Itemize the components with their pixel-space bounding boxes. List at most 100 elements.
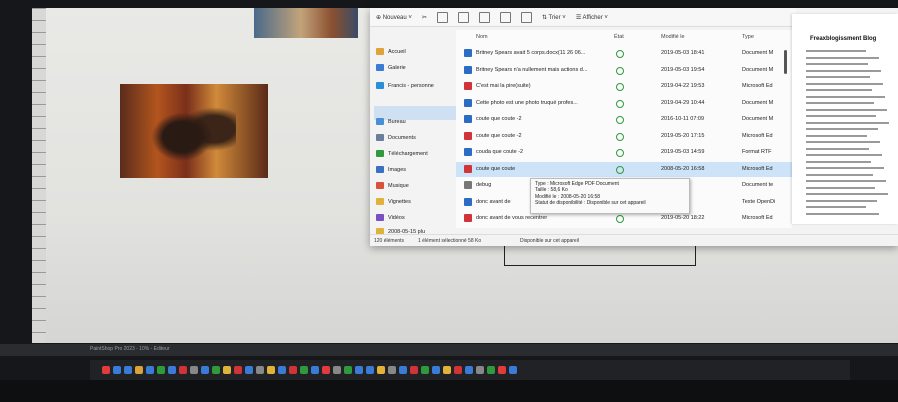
taskbar-app-icon[interactable]	[190, 366, 198, 374]
taskbar-app-icon[interactable]	[487, 366, 495, 374]
taskbar-app-icon[interactable]	[289, 366, 297, 374]
taskbar-app-icon[interactable]	[157, 366, 165, 374]
taskbar-app-icon[interactable]	[476, 366, 484, 374]
preview-text-line	[806, 167, 884, 169]
taskbar-app-icon[interactable]	[212, 366, 220, 374]
file-type-icon	[464, 65, 472, 74]
taskbar-app-icon[interactable]	[300, 366, 308, 374]
preview-text-line	[806, 56, 879, 59]
nav-item[interactable]: Bureau	[376, 118, 406, 125]
taskbar-app-icon[interactable]	[278, 366, 286, 374]
new-label: Nouveau	[382, 14, 407, 21]
nav-item[interactable]: Francis - personne	[376, 82, 434, 89]
taskbar-app-icon[interactable]	[377, 366, 385, 374]
folder-icon	[376, 48, 384, 55]
nav-item[interactable]: Téléchargement	[376, 150, 428, 157]
taskbar-app-icon[interactable]	[124, 366, 132, 374]
nav-item[interactable]: Accueil	[376, 48, 406, 55]
file-type: Microsoft Ed	[742, 83, 773, 89]
preview-title: Freaxblogissment Blog	[810, 36, 877, 42]
taskbar-app-icon[interactable]	[498, 366, 506, 374]
file-row[interactable]: couda que coute -2 2019-05-03 14:59 Format…	[456, 145, 792, 160]
taskbar-app-icon[interactable]	[333, 366, 341, 374]
folder-icon	[376, 118, 384, 125]
copy-icon[interactable]	[436, 11, 448, 23]
taskbar-app-icon[interactable]	[135, 366, 143, 374]
preview-text-line	[806, 128, 878, 130]
sort-label: Trier	[548, 14, 561, 21]
list-scrollbar[interactable]	[784, 50, 787, 74]
taskbar-app-icon[interactable]	[410, 366, 418, 374]
taskbar-app-icon[interactable]	[234, 366, 242, 374]
nav-item[interactable]: Images	[376, 166, 406, 173]
nav-item[interactable]: Vignettes	[376, 198, 411, 205]
file-row[interactable]: Britney Spears avait 5 corps.docx(11 26 …	[456, 46, 792, 61]
column-headers: Nom État Modifié le Type	[456, 30, 792, 44]
taskbar-app-icon[interactable]	[366, 366, 374, 374]
taskbar-app-icon[interactable]	[344, 366, 352, 374]
nav-item-label: Bureau	[388, 118, 406, 125]
file-row[interactable]: coute que coute -2 2016-10-11 07:09 Docume…	[456, 112, 792, 127]
cut-icon[interactable]: ✂	[422, 14, 427, 21]
nav-item-label: Vignettes	[388, 198, 411, 205]
taskbar-app-icon[interactable]	[113, 366, 121, 374]
column-type[interactable]: Type	[742, 34, 754, 40]
taskbar-app-icon[interactable]	[399, 366, 407, 374]
delete-icon[interactable]	[520, 11, 532, 23]
file-row[interactable]: coute que coute 2008-05-20 16:58 Microsoft…	[456, 161, 792, 177]
canvas-photo-figures[interactable]	[120, 84, 268, 178]
preview-text-line	[806, 160, 871, 163]
taskbar-app-icon[interactable]	[256, 366, 264, 374]
column-status[interactable]: État	[614, 34, 624, 40]
rename-icon[interactable]	[478, 11, 490, 23]
nav-item-label: Galerie	[388, 64, 406, 71]
file-row[interactable]: Britney Spears n'a nullement mais action…	[456, 63, 792, 78]
taskbar-app-icon[interactable]	[322, 366, 330, 374]
file-type: Microsoft Ed	[742, 132, 773, 139]
file-name: coute que coute -2	[476, 116, 522, 122]
taskbar-app-icon[interactable]	[267, 366, 275, 374]
taskbar-app-icon[interactable]	[168, 366, 176, 374]
taskbar-app-icon[interactable]	[201, 366, 209, 374]
file-tooltip: Type : Microsoft Edge PDF Document Taille…	[530, 178, 690, 214]
taskbar-app-icon[interactable]	[311, 366, 319, 374]
taskbar-app-icon[interactable]	[146, 366, 154, 374]
taskbar-app-icon[interactable]	[454, 366, 462, 374]
file-date: 2019-05-20 17:15	[661, 132, 705, 139]
sync-status-icon	[616, 50, 624, 58]
file-row[interactable]: coute que coute -2 2019-05-20 17:15 Micros…	[456, 129, 792, 144]
new-button[interactable]: ⊕ Nouveau ˅	[376, 14, 412, 21]
nav-item-label: Documents	[388, 134, 416, 141]
column-modified[interactable]: Modifié le	[661, 34, 685, 40]
folder-icon	[376, 82, 384, 89]
canvas-photo-top[interactable]	[254, 8, 358, 38]
view-button[interactable]: ☰ Afficher ˅	[576, 14, 608, 21]
taskbar-app-icon[interactable]	[432, 366, 440, 374]
file-name: debug	[476, 182, 492, 188]
taskbar-app-icon[interactable]	[465, 366, 473, 374]
nav-item[interactable]: Galerie	[376, 64, 406, 71]
nav-item[interactable]: Musique	[376, 182, 409, 189]
taskbar-app-icon[interactable]	[509, 366, 517, 374]
file-row[interactable]: C'est mai la pire(suite) 2019-04-22 19:53…	[456, 79, 792, 94]
share-icon[interactable]	[499, 11, 511, 23]
taskbar-app-icon[interactable]	[102, 366, 110, 374]
taskbar-app-icon[interactable]	[245, 366, 253, 374]
file-date: 2019-05-20 18:22	[661, 215, 705, 221]
sort-button[interactable]: ⇅ Trier ˅	[542, 14, 566, 21]
taskbar-app-icon[interactable]	[388, 366, 396, 374]
taskbar-app-icon[interactable]	[443, 366, 451, 374]
taskbar-app-icon[interactable]	[355, 366, 363, 374]
folder-icon	[376, 166, 384, 173]
folder-icon	[376, 134, 384, 141]
taskbar-app-icon[interactable]	[223, 366, 231, 374]
taskbar-app-icon[interactable]	[421, 366, 429, 374]
file-type: Document M	[742, 66, 774, 73]
nav-item[interactable]: Vidéos	[376, 214, 405, 221]
paste-icon[interactable]	[457, 11, 469, 23]
nav-item[interactable]: Documents	[376, 134, 416, 141]
file-date: 2019-05-03 14:59	[661, 149, 705, 155]
file-row[interactable]: Cette photo est une photo truqué profes.…	[456, 96, 792, 111]
taskbar-app-icon[interactable]	[179, 366, 187, 374]
column-name[interactable]: Nom	[476, 34, 488, 40]
